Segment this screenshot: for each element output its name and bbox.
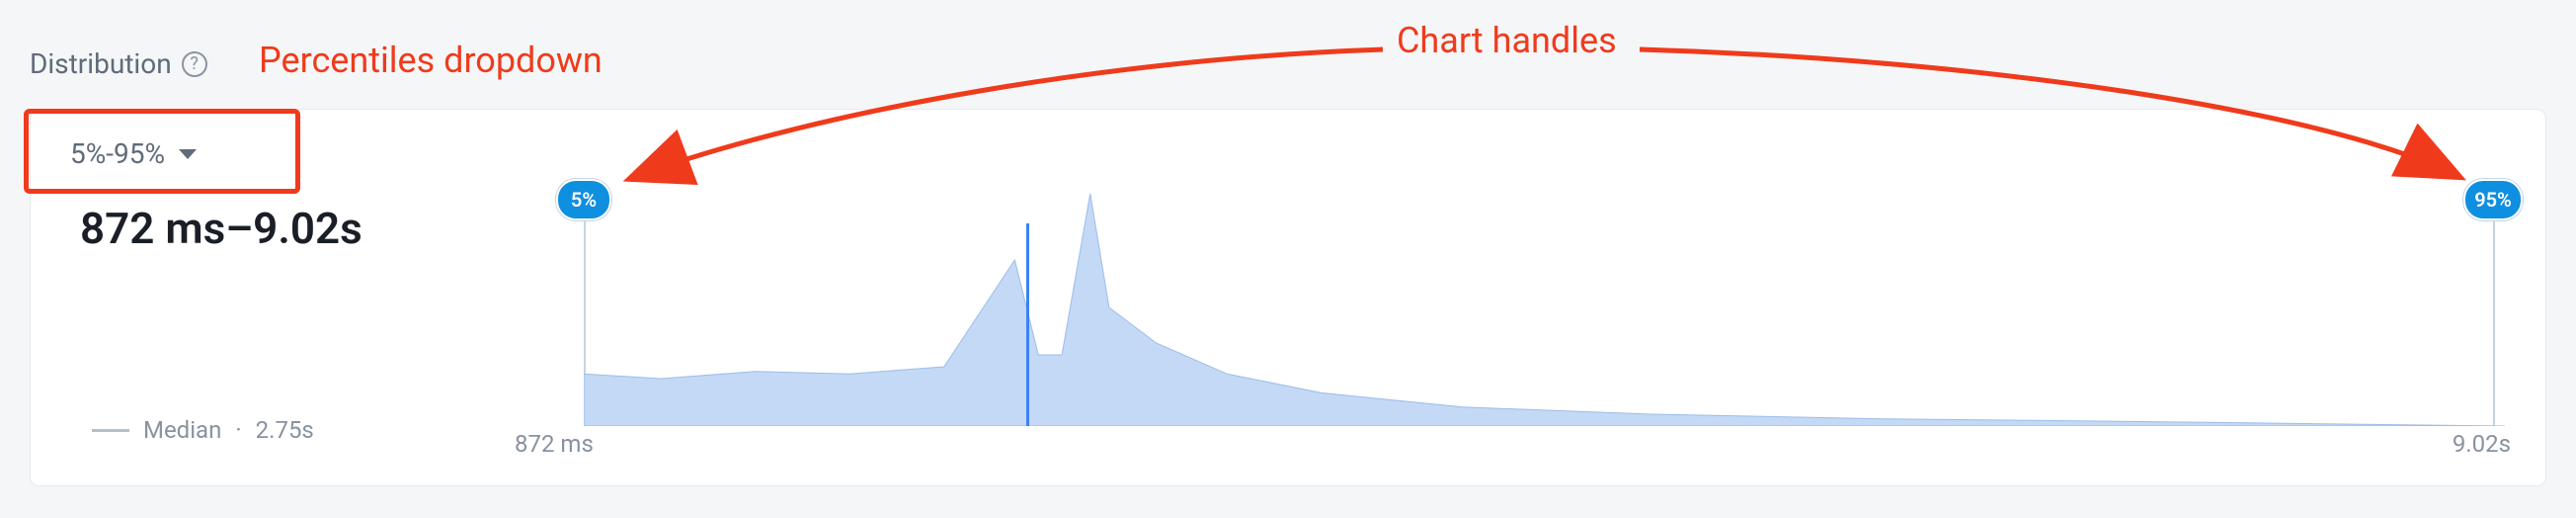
median-prefix: Median (143, 416, 221, 444)
distribution-card: 5%-95% 872 ms–9.02s Median · 2.75s 5% 95… (30, 109, 2546, 486)
axis-max-label: 9.02s (2453, 430, 2511, 458)
annotation-dropdown-box (24, 109, 300, 194)
chart-handle-right[interactable]: 95% (2463, 179, 2523, 220)
help-icon[interactable]: ? (182, 51, 207, 77)
annotation-handles-label: Chart handles (1397, 20, 1617, 61)
chart-handle-left[interactable]: 5% (556, 179, 611, 220)
section-title: Distribution (30, 47, 172, 80)
axis-min-label: 872 ms (515, 430, 594, 458)
range-readout: 872 ms–9.02s (80, 203, 362, 254)
distribution-chart: 5% 95% 872 ms 9.02s (584, 169, 2505, 466)
median-sep: · (235, 416, 241, 444)
median-value: 2.75s (256, 416, 314, 444)
density-area (584, 169, 2505, 426)
median-legend: Median · 2.75s (92, 416, 314, 444)
median-swatch-icon (92, 429, 129, 432)
median-marker (1026, 223, 1029, 426)
annotation-dropdown-label: Percentiles dropdown (259, 40, 603, 81)
